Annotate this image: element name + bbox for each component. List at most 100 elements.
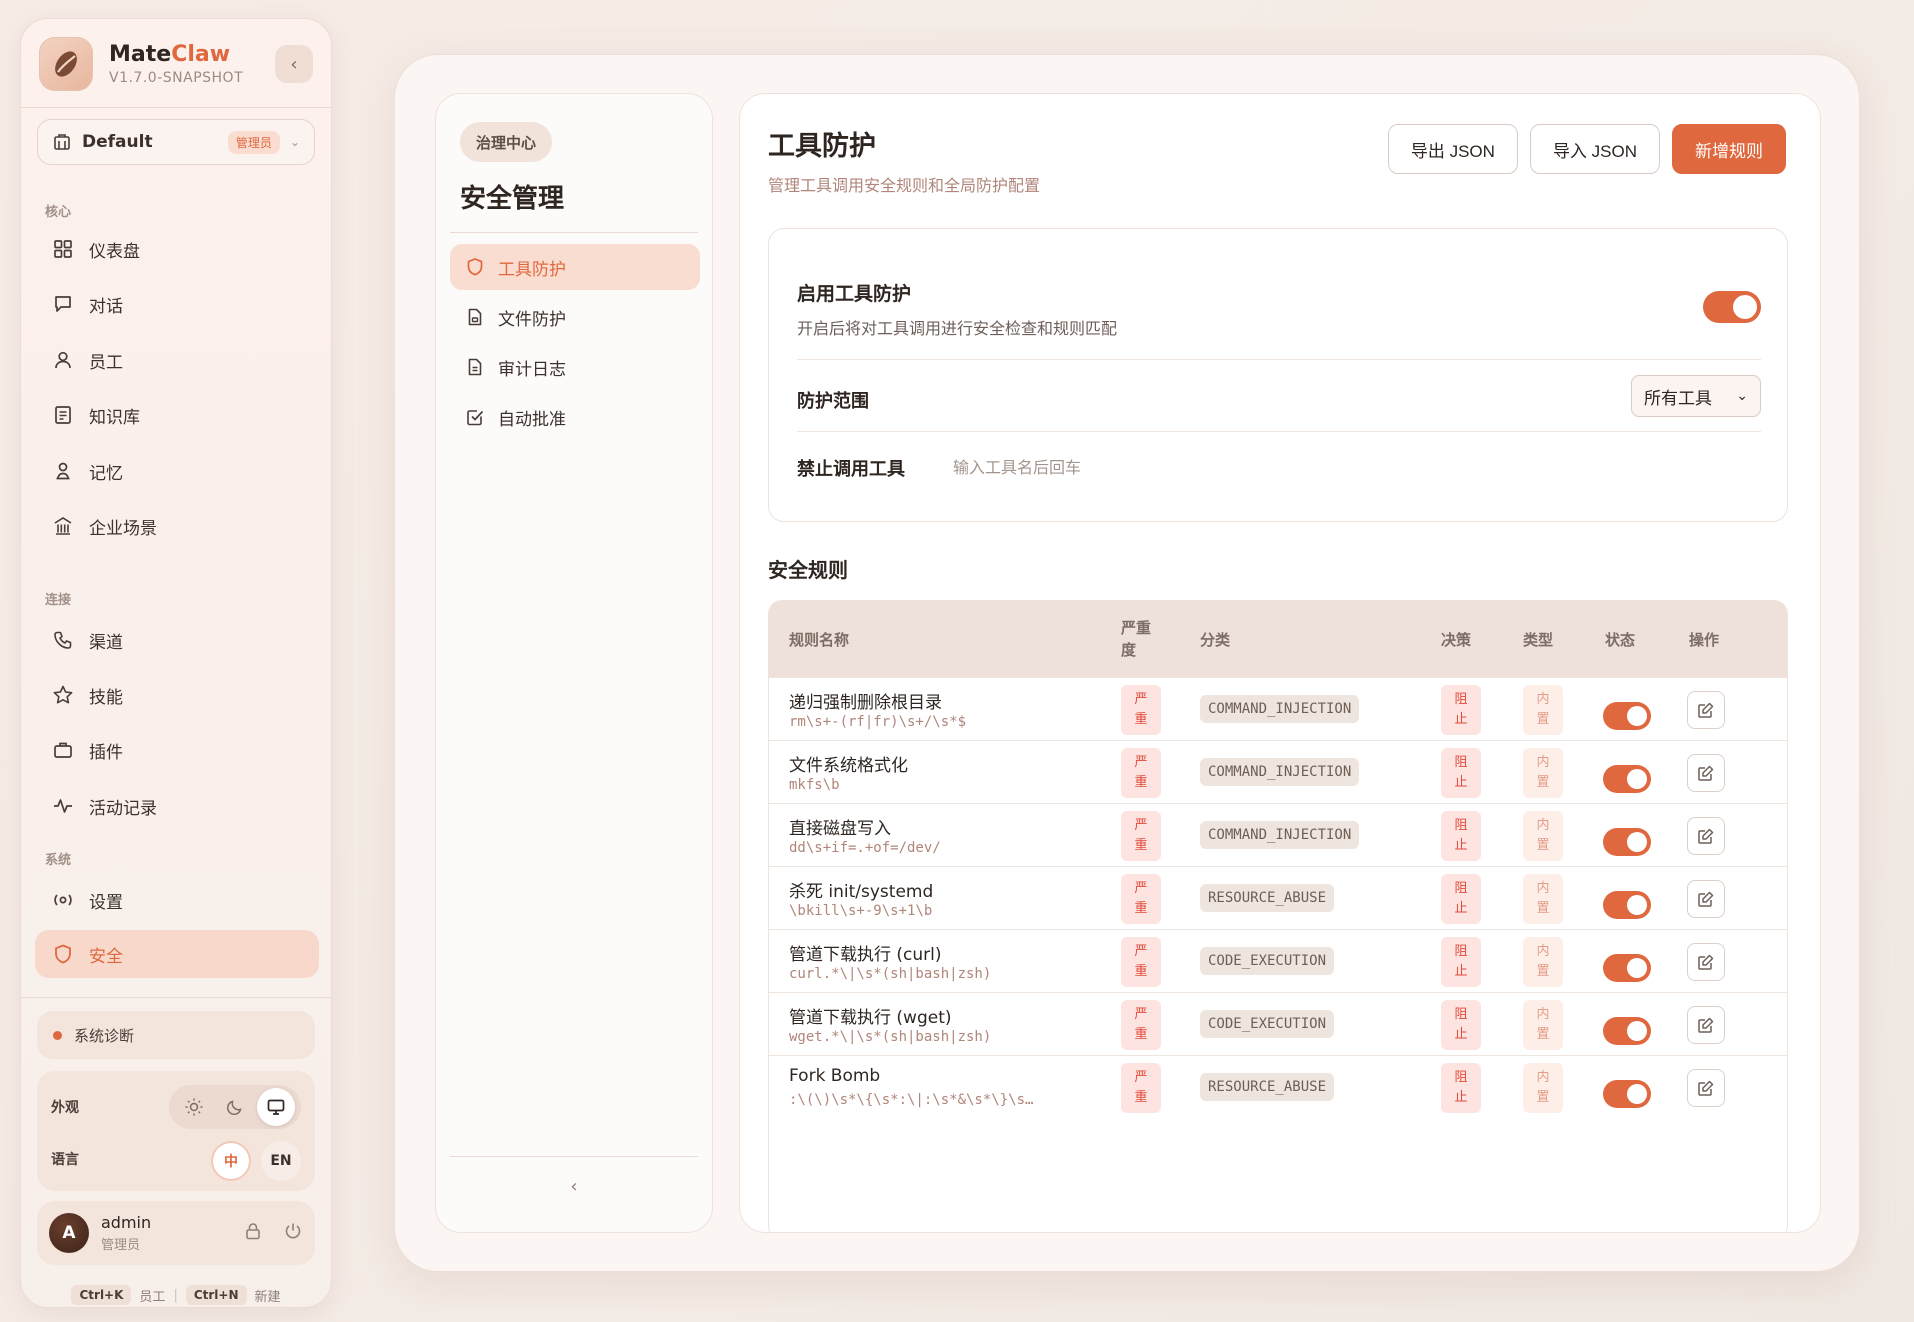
col-type: 类型 — [1523, 630, 1554, 649]
nav-item-plugins[interactable]: 插件 — [35, 726, 319, 774]
enable-guard-desc: 开启后将对工具调用进行安全检查和规则匹配 — [797, 319, 1118, 338]
rule-name: 直接磁盘写入 — [789, 819, 891, 839]
lang-zh-button[interactable]: 中 — [211, 1141, 251, 1181]
banned-tools-input[interactable] — [953, 447, 1553, 487]
edit-rule-button[interactable] — [1687, 817, 1725, 855]
rule-enabled-toggle[interactable] — [1603, 1017, 1651, 1045]
category-tag: COMMAND_INJECTION — [1200, 758, 1360, 786]
subnav-collapse-button[interactable]: ‹ — [436, 1176, 712, 1197]
banned-tools-label: 禁止调用工具 — [797, 459, 905, 480]
type-badge: 内置 — [1523, 937, 1563, 987]
edit-icon — [1698, 1080, 1714, 1096]
type-badge: 内置 — [1523, 874, 1563, 924]
table-row: 管道下载执行 (wget) wget.*\|\s*(sh|bash|zsh) 严… — [769, 992, 1787, 1055]
nav-item-skills[interactable]: 技能 — [35, 671, 319, 719]
nav-item-employees[interactable]: 员工 — [35, 336, 319, 384]
edit-rule-button[interactable] — [1687, 754, 1725, 792]
edit-icon — [1698, 954, 1714, 970]
chevron-left-icon: ‹ — [290, 53, 298, 75]
subnav-item-file-guard[interactable]: 文件防护 — [450, 294, 700, 340]
divider — [450, 232, 698, 233]
nav-item-enterprise[interactable]: 企业场景 — [35, 502, 319, 550]
table-row: 递归强制删除根目录 rm\s+-(rf|fr)\s+/\s*$ 严重 COMMA… — [769, 677, 1787, 740]
page-title: 工具防护 — [768, 131, 876, 162]
add-rule-button[interactable]: 新增规则 — [1672, 124, 1786, 174]
check-square-icon — [464, 406, 486, 428]
sidebar: MateClaw V1.7.0-SNAPSHOT ‹ Default 管理员 ⌄… — [20, 18, 332, 1308]
category-tag: COMMAND_INJECTION — [1200, 695, 1360, 723]
subnav-item-auto-approve[interactable]: 自动批准 — [450, 394, 700, 440]
decision-badge: 阻止 — [1441, 811, 1481, 861]
nav-item-chat[interactable]: 对话 — [35, 280, 319, 328]
edit-icon — [1698, 702, 1714, 718]
phone-icon — [51, 628, 75, 652]
security-subnav: 治理中心 安全管理 工具防护 文件防护 审计日志 自动批准 ‹ — [435, 93, 713, 1233]
category-tag: RESOURCE_ABUSE — [1200, 1073, 1335, 1101]
building-icon — [51, 514, 75, 538]
scope-select[interactable]: 所有工具 ⌄ — [1631, 375, 1761, 417]
type-badge: 内置 — [1523, 685, 1563, 735]
lock-icon[interactable] — [243, 1221, 263, 1245]
nav-item-activity[interactable]: 活动记录 — [35, 782, 319, 830]
rule-enabled-toggle[interactable] — [1603, 891, 1651, 919]
user-role: 管理员 — [101, 1238, 141, 1253]
category-tag: CODE_EXECUTION — [1200, 947, 1335, 975]
enable-guard-toggle[interactable] — [1703, 291, 1761, 323]
sidebar-collapse-button[interactable]: ‹ — [275, 45, 313, 83]
global-settings-card: 启用工具防护 开启后将对工具调用进行安全检查和规则匹配 防护范围 所有工具 ⌄ … — [768, 228, 1788, 522]
nav-item-settings[interactable]: 设置 — [35, 876, 319, 924]
severity-badge: 严重 — [1121, 874, 1161, 924]
rule-enabled-toggle[interactable] — [1603, 702, 1651, 730]
rule-pattern: \bkill\s+-9\s+1\b — [789, 903, 933, 919]
nav-item-knowledge[interactable]: 知识库 — [35, 391, 319, 439]
workspace-selector[interactable]: Default 管理员 ⌄ — [37, 119, 315, 165]
scope-label: 防护范围 — [797, 391, 869, 412]
nav-item-dashboard[interactable]: 仪表盘 — [35, 225, 319, 273]
power-icon[interactable] — [283, 1221, 303, 1245]
edit-rule-button[interactable] — [1687, 880, 1725, 918]
rule-enabled-toggle[interactable] — [1603, 1080, 1651, 1108]
severity-badge: 严重 — [1121, 937, 1161, 987]
brand: MateClaw V1.7.0-SNAPSHOT — [39, 37, 243, 91]
lang-en-button[interactable]: EN — [261, 1141, 301, 1181]
theme-dark-button[interactable] — [216, 1088, 254, 1126]
subnav-item-audit-log[interactable]: 审计日志 — [450, 344, 700, 390]
export-json-button[interactable]: 导出 JSON — [1387, 124, 1518, 174]
nav-item-channels[interactable]: 渠道 — [35, 616, 319, 664]
page-subtitle: 管理工具调用安全规则和全局防护配置 — [768, 176, 1041, 195]
category-tag: CODE_EXECUTION — [1200, 1010, 1335, 1038]
subnav-item-tool-guard[interactable]: 工具防护 — [450, 244, 700, 290]
rule-enabled-toggle[interactable] — [1603, 765, 1651, 793]
edit-rule-button[interactable] — [1687, 691, 1725, 729]
rule-enabled-toggle[interactable] — [1603, 954, 1651, 982]
rule-name: 管道下载执行 (wget) — [789, 1008, 952, 1028]
nav-section-core: 核心 — [45, 205, 72, 220]
edit-rule-button[interactable] — [1687, 943, 1725, 981]
table-row: 文件系统格式化 mkfs\b 严重 COMMAND_INJECTION 阻止 内… — [769, 740, 1787, 803]
theme-light-button[interactable] — [175, 1088, 213, 1126]
rule-enabled-toggle[interactable] — [1603, 828, 1651, 856]
col-category: 分类 — [1200, 630, 1231, 649]
import-json-button[interactable]: 导入 JSON — [1529, 124, 1660, 174]
edit-rule-button[interactable] — [1687, 1006, 1725, 1044]
building-icon — [54, 134, 70, 150]
nav-item-memory[interactable]: 记忆 — [35, 447, 319, 495]
file-lock-icon — [464, 306, 486, 328]
nav-section-system: 系统 — [45, 853, 72, 868]
type-badge: 内置 — [1523, 1063, 1563, 1113]
theme-system-button[interactable] — [257, 1088, 296, 1126]
col-actions: 操作 — [1689, 630, 1720, 649]
type-badge: 内置 — [1523, 811, 1563, 861]
rule-name: 递归强制删除根目录 — [789, 693, 942, 713]
decision-badge: 阻止 — [1441, 1063, 1481, 1113]
rule-name: Fork Bomb — [789, 1066, 881, 1086]
shortcut-key: Ctrl+K — [71, 1285, 132, 1305]
chat-icon — [51, 292, 75, 316]
memory-icon — [51, 459, 75, 483]
rules-table: 规则名称 严重度 分类 决策 类型 状态 操作 递归强制删除根目录 rm\s+-… — [768, 600, 1788, 1232]
system-diagnostics-button[interactable]: 系统诊断 — [37, 1011, 315, 1059]
grid-icon — [51, 237, 75, 261]
nav-item-security[interactable]: 安全 — [35, 930, 319, 978]
edit-rule-button[interactable] — [1687, 1069, 1725, 1107]
col-status: 状态 — [1605, 630, 1636, 649]
